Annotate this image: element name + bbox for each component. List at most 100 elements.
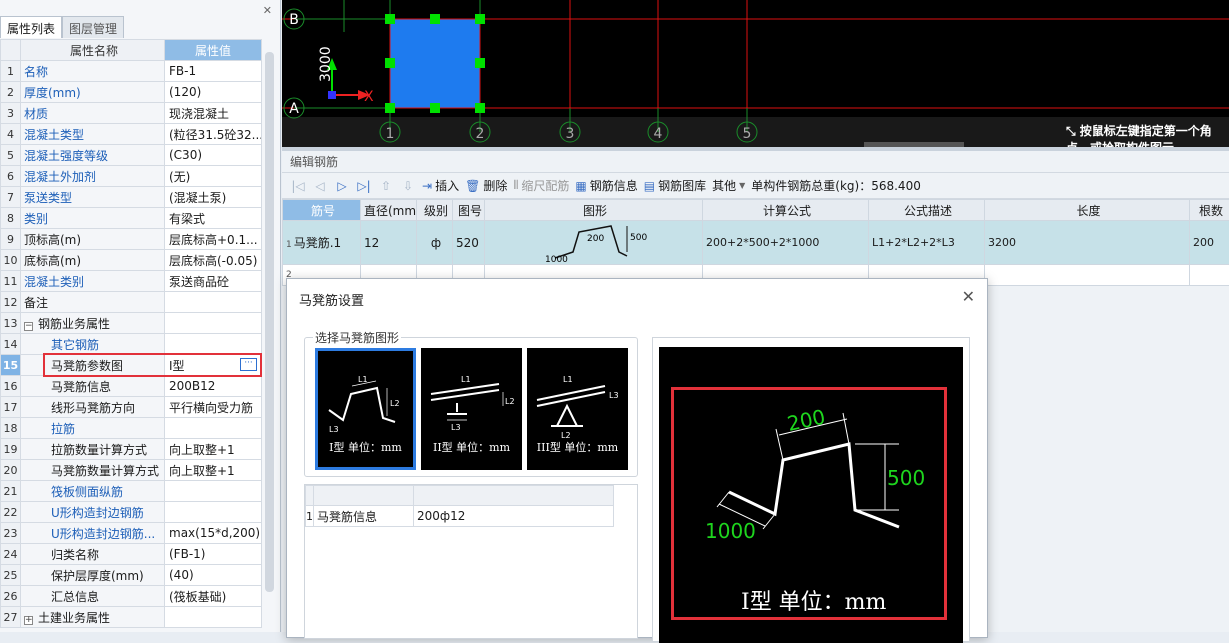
property-value[interactable]: 层底标高+0.1... bbox=[165, 229, 262, 250]
property-value[interactable] bbox=[165, 481, 262, 502]
cell-length[interactable]: 3200 bbox=[985, 221, 1190, 265]
insert-button[interactable]: ⇥插入 bbox=[422, 177, 459, 194]
property-value[interactable]: (40) bbox=[165, 565, 262, 586]
next-icon[interactable]: ▷ bbox=[334, 179, 350, 193]
cell-diameter[interactable]: 12 bbox=[361, 221, 417, 265]
col-formula[interactable]: 计算公式 bbox=[703, 200, 869, 221]
property-row[interactable]: 11混凝土类别泵送商品砼 bbox=[1, 271, 262, 292]
last-icon[interactable]: ▷| bbox=[356, 179, 372, 193]
rebar-info-button[interactable]: ▦钢筋信息 bbox=[575, 177, 637, 194]
other-menu[interactable]: 其他▼ bbox=[712, 177, 745, 194]
shape-type-2[interactable]: L1 L2 L3 II型 单位：mm bbox=[421, 348, 522, 470]
property-row[interactable]: 25保护层厚度(mm)(40) bbox=[1, 565, 262, 586]
property-row[interactable]: 20马凳筋数量计算方式向上取整+1 bbox=[1, 460, 262, 481]
property-value[interactable]: (混凝土泵) bbox=[165, 187, 262, 208]
property-row[interactable]: 8类别有梁式 bbox=[1, 208, 262, 229]
property-value[interactable]: (C30) bbox=[165, 145, 262, 166]
col-diameter[interactable]: 直径(mm) bbox=[361, 200, 417, 221]
shape-type-3[interactable]: L1 L3 L2 III型 单位：mm bbox=[527, 348, 628, 470]
property-value[interactable] bbox=[165, 418, 262, 439]
scale-rebar-button[interactable]: ⫴缩尺配筋 bbox=[513, 177, 569, 194]
property-row[interactable]: 12备注 bbox=[1, 292, 262, 313]
property-row[interactable]: 22U形构造封边钢筋 bbox=[1, 502, 262, 523]
col-bar-no[interactable]: 筋号 bbox=[283, 200, 361, 221]
property-row[interactable]: 7泵送类型(混凝土泵) bbox=[1, 187, 262, 208]
property-row[interactable]: 6混凝土外加剂(无) bbox=[1, 166, 262, 187]
property-row[interactable]: 2厚度(mm)(120) bbox=[1, 82, 262, 103]
property-value[interactable]: 泵送商品砼 bbox=[165, 271, 262, 292]
property-value[interactable]: 现浇混凝土 bbox=[165, 103, 262, 124]
cell-count[interactable]: 200 bbox=[1190, 221, 1229, 265]
property-value[interactable]: 有梁式 bbox=[165, 208, 262, 229]
property-row[interactable]: 5混凝土强度等级(C30) bbox=[1, 145, 262, 166]
col-shape[interactable]: 图形 bbox=[485, 200, 703, 221]
table-row[interactable]: 1马凳筋.1 12 ф 520 200 500 1000 200+2*500+2… bbox=[283, 221, 1229, 265]
property-row[interactable]: 9顶标高(m)层底标高+0.1... bbox=[1, 229, 262, 250]
property-row[interactable]: 27+土建业务属性 bbox=[1, 607, 262, 628]
scrollbar[interactable] bbox=[265, 52, 274, 592]
property-row[interactable]: 13−钢筋业务属性 bbox=[1, 313, 262, 334]
row-number: 8 bbox=[1, 208, 21, 229]
cell-shape[interactable]: 200 500 1000 bbox=[485, 221, 703, 265]
property-value[interactable]: FB-1 bbox=[165, 61, 262, 82]
property-row[interactable]: 24归类名称(FB-1) bbox=[1, 544, 262, 565]
close-icon[interactable]: ✕ bbox=[962, 287, 975, 306]
property-row[interactable]: 21筏板侧面纵筋 bbox=[1, 481, 262, 502]
property-row[interactable]: 26汇总信息(筏板基础) bbox=[1, 586, 262, 607]
delete-button[interactable]: 🗑删除 bbox=[465, 177, 507, 194]
property-value[interactable]: (120) bbox=[165, 82, 262, 103]
property-value[interactable]: 向上取整+1 bbox=[165, 460, 262, 481]
cell-figure-no[interactable]: 520 bbox=[453, 221, 485, 265]
property-row[interactable]: 17线形马凳筋方向平行横向受力筋 bbox=[1, 397, 262, 418]
tab-layer-manager[interactable]: 图层管理 bbox=[62, 16, 124, 38]
col-length[interactable]: 长度 bbox=[985, 200, 1190, 221]
property-value[interactable] bbox=[165, 292, 262, 313]
property-value[interactable] bbox=[165, 313, 262, 334]
col-count[interactable]: 根数 bbox=[1190, 200, 1229, 221]
col-grade[interactable]: 级别 bbox=[417, 200, 453, 221]
property-row[interactable]: 16马凳筋信息200B12 bbox=[1, 376, 262, 397]
col-description[interactable]: 公式描述 bbox=[869, 200, 985, 221]
property-value[interactable] bbox=[165, 607, 262, 628]
collapse-icon[interactable]: − bbox=[24, 322, 33, 331]
property-value[interactable]: (无) bbox=[165, 166, 262, 187]
property-value[interactable]: (FB-1) bbox=[165, 544, 262, 565]
cell-formula[interactable]: 200+2*500+2*1000 bbox=[703, 221, 869, 265]
shape-type-1[interactable]: L1 L2 L3 I型 单位：mm bbox=[315, 348, 416, 470]
property-row[interactable]: 19拉筋数量计算方式向上取整+1 bbox=[1, 439, 262, 460]
cell-description[interactable]: L1+2*L2+2*L3 bbox=[869, 221, 985, 265]
property-value[interactable] bbox=[165, 334, 262, 355]
property-value[interactable]: (筏板基础) bbox=[165, 586, 262, 607]
property-name: 拉筋数量计算方式 bbox=[21, 439, 165, 460]
move-down-icon[interactable]: ⇩ bbox=[400, 179, 416, 193]
property-value[interactable] bbox=[165, 502, 262, 523]
property-row[interactable]: 18拉筋 bbox=[1, 418, 262, 439]
property-value[interactable]: 200B12 bbox=[165, 376, 262, 397]
property-value[interactable]: 向上取整+1 bbox=[165, 439, 262, 460]
cad-viewport[interactable]: B A 1 2 3 4 5 3000 X ⤡ 按鼠标左键指定第一个角点，或拾取构… bbox=[282, 0, 1229, 147]
cell-bar-name[interactable]: 1马凳筋.1 bbox=[283, 221, 361, 265]
property-row[interactable]: 15马凳筋参数图Ⅰ型 bbox=[1, 355, 262, 376]
move-up-icon[interactable]: ⇧ bbox=[378, 179, 394, 193]
col-figure-no[interactable]: 图号 bbox=[453, 200, 485, 221]
property-value[interactable]: max(15*d,200) bbox=[165, 523, 262, 544]
ellipsis-button[interactable]: ··· bbox=[240, 358, 257, 371]
property-row[interactable]: 3材质现浇混凝土 bbox=[1, 103, 262, 124]
cell-grade[interactable]: ф bbox=[417, 221, 453, 265]
pin-icon[interactable]: ✕ bbox=[263, 4, 272, 17]
prev-icon[interactable]: ◁ bbox=[312, 179, 328, 193]
property-value[interactable]: (粒径31.5砼32... bbox=[165, 124, 262, 145]
table-row[interactable]: 1 马凳筋信息 200ф12 bbox=[306, 506, 614, 527]
first-icon[interactable]: |◁ bbox=[290, 179, 306, 193]
property-row[interactable]: 10底标高(m)层底标高(-0.05) bbox=[1, 250, 262, 271]
expand-icon[interactable]: + bbox=[24, 616, 33, 625]
property-row[interactable]: 23U形构造封边钢筋...max(15*d,200) bbox=[1, 523, 262, 544]
property-value[interactable]: 平行横向受力筋 bbox=[165, 397, 262, 418]
tab-property-list[interactable]: 属性列表 bbox=[0, 16, 62, 38]
property-value[interactable]: 层底标高(-0.05) bbox=[165, 250, 262, 271]
property-row[interactable]: 4混凝土类型(粒径31.5砼32... bbox=[1, 124, 262, 145]
info-row-value[interactable]: 200ф12 bbox=[414, 506, 614, 527]
property-row[interactable]: 1名称FB-1 bbox=[1, 61, 262, 82]
property-row[interactable]: 14其它钢筋 bbox=[1, 334, 262, 355]
rebar-library-button[interactable]: ▤钢筋图库 bbox=[644, 177, 706, 194]
